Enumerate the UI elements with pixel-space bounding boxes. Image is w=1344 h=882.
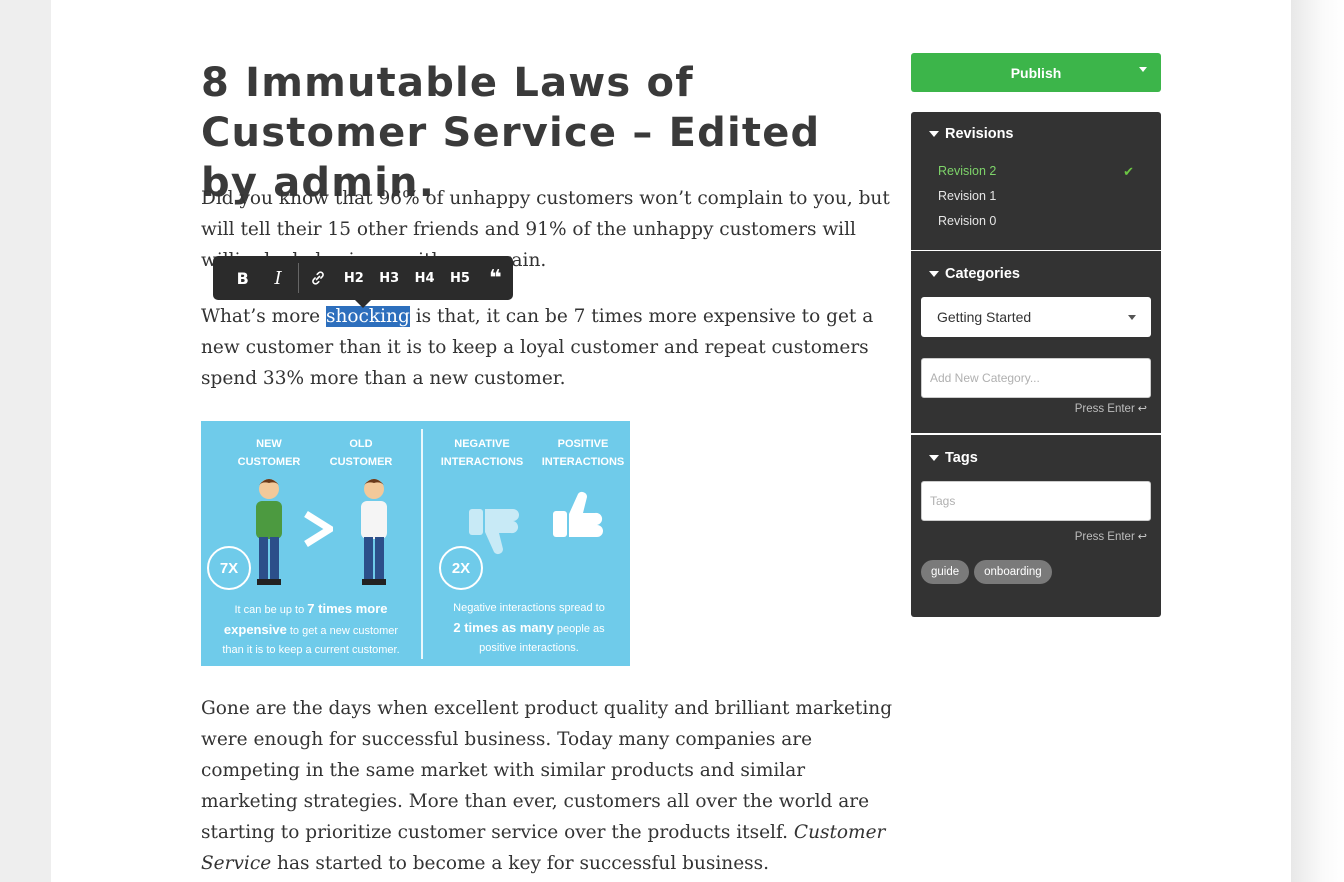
revision-label: Revision 1	[938, 189, 997, 203]
revision-item-2[interactable]: Revision 2 ✔	[938, 159, 1134, 184]
thumbs-up-icon	[553, 492, 603, 537]
caption-right-bold: 2 times as many	[453, 620, 554, 635]
greater-than-icon	[304, 511, 333, 547]
old-customer-label: OLD CUSTOMER	[329, 438, 393, 468]
tags-press-enter-hint: Press Enter ↩	[1074, 530, 1147, 544]
h5-button[interactable]: H5	[442, 256, 477, 300]
category-press-enter-hint: Press Enter ↩	[1074, 402, 1147, 416]
article-paragraph-1[interactable]: Did you know that 96% of unhappy custome…	[201, 183, 891, 245]
link-button[interactable]	[301, 256, 336, 300]
link-icon	[312, 271, 325, 285]
reply-icon: ↩	[1137, 403, 1147, 415]
toolbar-divider	[297, 263, 299, 293]
collapse-triangle-icon	[929, 455, 939, 461]
revision-label: Revision 2	[938, 164, 997, 178]
caption-left-1: It can be up to	[234, 604, 308, 616]
bold-button[interactable]: B	[225, 256, 260, 300]
page-edge-shadow	[1291, 0, 1344, 882]
caption-right-2: people as	[553, 623, 605, 635]
new-category-input[interactable]	[921, 358, 1151, 398]
formatting-toolbar: B I H2 H3 H4 H5 ❝	[213, 256, 513, 308]
tag-chip[interactable]: onboarding	[974, 560, 1052, 584]
caption-right-3: positive interactions.	[479, 642, 579, 654]
revision-item-1[interactable]: Revision 1	[938, 184, 1134, 209]
tags-title: Tags	[945, 450, 978, 466]
thumbs-down-icon	[469, 509, 519, 554]
hint-text: Press Enter	[1074, 402, 1135, 415]
tags-panel: Tags Press Enter ↩ guide onboarding	[911, 435, 1161, 617]
old-customer-figure	[361, 479, 387, 585]
italic-button[interactable]: I	[260, 256, 295, 300]
publish-label: Publish	[1010, 64, 1062, 81]
revision-label: Revision 0	[938, 214, 997, 228]
infographic-caption-left: It can be up to 7 times more expensive t…	[211, 599, 411, 660]
category-selected-value: Getting Started	[937, 309, 1032, 325]
collapse-triangle-icon	[929, 131, 939, 137]
paragraph-3-start: Gone are the days when excellent product…	[201, 698, 893, 843]
negative-interactions-label: NEGATIVE INTERACTIONS	[440, 438, 524, 468]
caption-left-2: to get a new customer	[286, 625, 399, 637]
collapse-triangle-icon	[929, 271, 939, 277]
new-customer-label: NEW CUSTOMER	[237, 438, 301, 468]
caption-left-bold-1: 7 times more	[307, 601, 388, 616]
tag-list: guide onboarding	[921, 560, 1052, 584]
h4-button[interactable]: H4	[407, 256, 442, 300]
paragraph-2-start: What’s more	[201, 306, 327, 327]
revisions-title: Revisions	[945, 126, 1014, 142]
revisions-list: Revision 2 ✔ Revision 1 Revision 0	[938, 159, 1134, 234]
publish-dropdown-caret-icon[interactable]	[1139, 67, 1147, 72]
h2-button[interactable]: H2	[336, 256, 371, 300]
article-paragraph-2[interactable]: What’s more shocking is that, it can be …	[201, 301, 891, 394]
caption-right-1: Negative interactions spread to	[453, 602, 605, 614]
categories-header[interactable]: Categories	[929, 266, 1020, 282]
infographic-divider	[421, 429, 423, 659]
quote-button[interactable]: ❝	[478, 256, 513, 300]
paragraph-3-end: has started to become a key for successf…	[271, 853, 770, 874]
new-customer-figure	[256, 479, 282, 585]
chevron-down-icon	[1128, 315, 1136, 320]
reply-icon: ↩	[1137, 531, 1147, 543]
positive-interactions-label: POSITIVE INTERACTIONS	[541, 438, 625, 468]
publish-button[interactable]: Publish	[911, 53, 1161, 92]
caption-left-3: than it is to keep a current customer.	[222, 644, 400, 656]
quote-icon: ❝	[488, 265, 502, 291]
hint-text: Press Enter	[1074, 530, 1135, 543]
article-paragraph-3[interactable]: Gone are the days when excellent product…	[201, 693, 901, 879]
category-select[interactable]: Getting Started	[921, 297, 1151, 337]
tag-chip[interactable]: guide	[921, 560, 970, 584]
revision-item-0[interactable]: Revision 0	[938, 209, 1134, 234]
categories-title: Categories	[945, 266, 1020, 282]
revisions-panel: Revisions Revision 2 ✔ Revision 1 Revisi…	[911, 112, 1161, 250]
infographic-image[interactable]: NEW CUSTOMER OLD CUSTOMER NEGATIVE INTER…	[201, 421, 630, 666]
tags-input[interactable]	[921, 481, 1151, 521]
h3-button[interactable]: H3	[371, 256, 406, 300]
revisions-header[interactable]: Revisions	[929, 126, 1014, 142]
two-x-badge: 2X	[439, 546, 483, 590]
check-icon: ✔	[1123, 164, 1134, 179]
selected-text[interactable]: shocking	[326, 306, 410, 327]
categories-panel: Categories Getting Started Press Enter ↩	[911, 251, 1161, 433]
seven-x-badge: 7X	[207, 546, 251, 590]
caption-left-bold-2: expensive	[223, 622, 287, 637]
infographic-caption-right: Negative interactions spread to 2 times …	[429, 599, 629, 658]
editor-page: 8 Immutable Laws of Customer Service – E…	[51, 0, 1291, 882]
tags-header[interactable]: Tags	[929, 450, 978, 466]
